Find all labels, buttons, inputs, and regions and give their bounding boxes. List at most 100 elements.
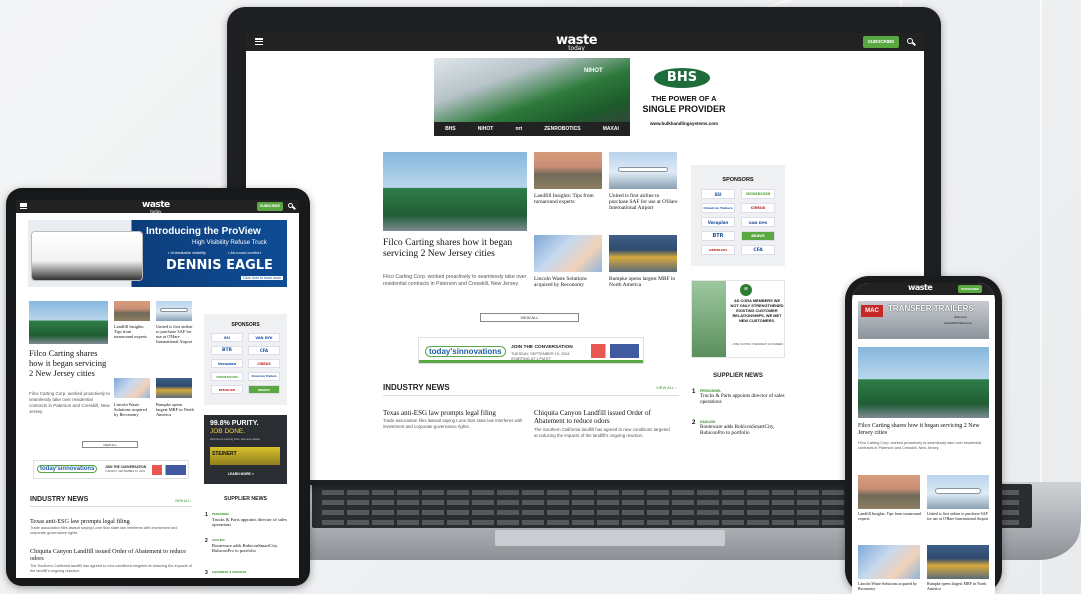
sponsor-logo[interactable]: BTR [701,231,735,241]
story-image[interactable] [927,545,989,579]
search-icon[interactable] [288,203,293,208]
story-headline[interactable]: United is first airline to purchase SAF … [156,324,194,344]
story-headline[interactable]: Rumpke opens largest MRF in North Americ… [927,581,991,591]
story-image[interactable] [534,152,602,189]
cora-side-ad[interactable]: “ AS CORA MEMBERS WE NOT ONLY STRENGTHEN… [691,280,785,358]
story-image[interactable] [114,378,150,398]
sponsor-logo[interactable]: DEMOLISH [701,245,735,255]
story-image[interactable] [156,301,192,321]
innovations-banner-ad[interactable]: today'sinnovations JOIN THE CONVERSATION… [418,337,644,364]
featured-image[interactable] [29,301,108,344]
featured-headline[interactable]: Filco Carting shares how it began servic… [29,348,111,378]
story-headline[interactable]: Rumpke opens largest MRF in North Americ… [156,402,194,417]
site-header: waste today SUBSCRIBE [16,200,299,214]
sponsor-logo[interactable]: CIRRUS [741,203,775,213]
mac-trailers-ad[interactable]: MAC TRANSFER TRAILERS click here www.MAC… [858,301,989,339]
sponsors-box: SPONSORS SSI VAN DYK BTR CFA Vecoplan CI… [204,314,287,405]
sponsor-logo[interactable]: Cimarron Trailers [248,372,280,381]
tablet-screen: waste today SUBSCRIBE Introducing the Pr… [16,200,299,578]
sponsor-logo[interactable]: VAN DYK [248,333,280,342]
story-image[interactable] [609,152,677,189]
sponsor-logo[interactable]: BRAVO [248,385,280,394]
hamburger-icon[interactable] [20,203,27,209]
story-headline[interactable]: Rumpke opens largest MRF in North Americ… [609,276,679,288]
steinert-side-ad[interactable]: 99.8% PURITY. JOB DONE. Aluminum sorting… [204,415,287,484]
story-headline[interactable]: United is first airline to purchase SAF … [609,193,679,212]
steinert-line-2: JOB DONE. [210,428,246,435]
section-divider [30,506,192,507]
supplier-news-title: SUPPLIER NEWS [224,496,267,502]
industry-news-dek: Trade association files lawsuit saying L… [383,418,523,429]
sponsor-logo[interactable]: SENNEBOGEN [741,189,775,199]
industry-view-all-link[interactable]: VIEW ALL › [656,385,677,390]
story-image[interactable] [609,235,677,272]
steinert-cta: LEARN MORE > [228,472,254,476]
featured-image[interactable] [858,347,989,418]
story-image[interactable] [858,545,920,579]
supplier-item-number: 1 [692,389,696,395]
story-headline[interactable]: Lincoln Waste Solutions acquired by Reco… [534,276,604,288]
story-headline[interactable]: Landfill Insights: Tips from turnaround … [858,511,922,521]
subscribe-button[interactable]: SUBSCRIBE [863,36,899,48]
sponsor-logo[interactable]: BRAVO [741,231,775,241]
search-icon[interactable] [907,38,913,44]
sponsor-logo[interactable]: SSI [701,189,735,199]
subscribe-button[interactable]: SUBSCRIBE [958,285,982,293]
story-headline[interactable]: Landfill Insights: Tips from turnaround … [114,324,150,339]
ad-line-2: High Visibility Refuse Truck [192,239,267,246]
industry-news-headline[interactable]: Texas anti-ESG law prompts legal filing [30,518,192,525]
sponsor-logo[interactable]: CFA [248,346,280,355]
sponsor-logo[interactable]: SSI [211,333,243,342]
sponsor-logo[interactable]: CIRRUS [248,359,280,368]
sponsor-logo[interactable]: DEMOLISH [211,385,243,394]
sponsor-logo[interactable]: Cimarron Trailers [701,203,735,213]
story-headline[interactable]: Landfill Insights: Tips from turnaround … [534,193,604,205]
logo-text: waste [908,283,933,292]
sponsor-logo[interactable]: Vecoplan [701,217,735,227]
sponsor-logo[interactable]: VAN DYK [741,217,775,227]
view-all-button[interactable]: VIEW ALL [82,441,138,448]
phone-screen: waste SUBSCRIBE MAC TRANSFER TRAILERS cl… [852,283,995,594]
sponsor-logo[interactable]: Vecoplan [211,359,243,368]
supplier-item-headline: Trucks & Parts appoints director of sale… [212,517,287,528]
sponsor-logo[interactable]: CFA [741,245,775,255]
industry-view-all-link[interactable]: VIEW ALL › [175,499,191,503]
featured-headline[interactable]: Filco Carting shares how it began servic… [383,237,527,259]
view-all-button[interactable]: VIEW ALL [480,313,579,322]
story-headline[interactable]: Lincoln Waste Solutions acquired by Reco… [114,402,150,417]
ad-cta: Click here to learn more [241,276,284,280]
story-image[interactable] [858,475,920,509]
ad-url: www.bulkhandlingsystems.com [649,121,719,126]
dennis-eagle-ad[interactable]: Introducing the ProView High Visibility … [28,220,287,287]
ad-brand-strip: BHS NIHOT nrt ZENROBOTICS MAXAI [434,122,630,136]
featured-image[interactable] [383,152,527,231]
industry-news-headline[interactable]: Texas anti-ESG law prompts legal filing [383,409,523,417]
ad-machine-label: NIHOT [584,68,603,74]
industry-news-headline[interactable]: Chiquita Canyon Landfill issued Order of… [30,548,192,562]
site-header: waste SUBSCRIBE [852,283,995,295]
banner-line-1: JOIN THE CONVERSATION [511,345,573,350]
site-logo[interactable]: waste today [142,201,170,214]
sponsor-logo[interactable]: BTR [211,346,243,355]
featured-headline[interactable]: Filco Carting shares how it began servic… [858,423,991,437]
story-image[interactable] [114,301,150,321]
banner-sponsor-logos [591,344,639,358]
site-logo[interactable]: waste [908,283,933,292]
ad-tagline-1: THE POWER OF A [651,94,717,103]
sponsor-logo[interactable]: SENNEBOGEN [211,372,243,381]
subscribe-button[interactable]: SUBSCRIBE [257,202,283,211]
story-headline[interactable]: United is first airline to purchase SAF … [927,511,991,521]
story-image[interactable] [156,378,192,398]
top-ad-bhs[interactable]: NIHOT BHS NIHOT nrt ZENROBOTICS MAXAI BH… [434,58,735,136]
story-image[interactable] [927,475,989,509]
story-headline[interactable]: Lincoln Waste Solutions acquired by Reco… [858,581,922,591]
laptop-screen: waste today SUBSCRIBE NIHOT BHS NIHOT nr… [246,33,924,480]
site-logo[interactable]: waste today [556,34,598,53]
ad-brand-5: MAXAI [602,126,619,132]
ad-brand-3: nrt [515,126,523,132]
story-image[interactable] [534,235,602,272]
innovations-banner-ad[interactable]: today'sinnovations JOIN THE CONVERSATION… [33,460,189,479]
sponsors-title: SPONSORS [231,322,260,328]
industry-news-headline[interactable]: Chiquita Canyon Landfill issued Order of… [534,409,674,425]
hamburger-icon[interactable] [255,38,263,45]
